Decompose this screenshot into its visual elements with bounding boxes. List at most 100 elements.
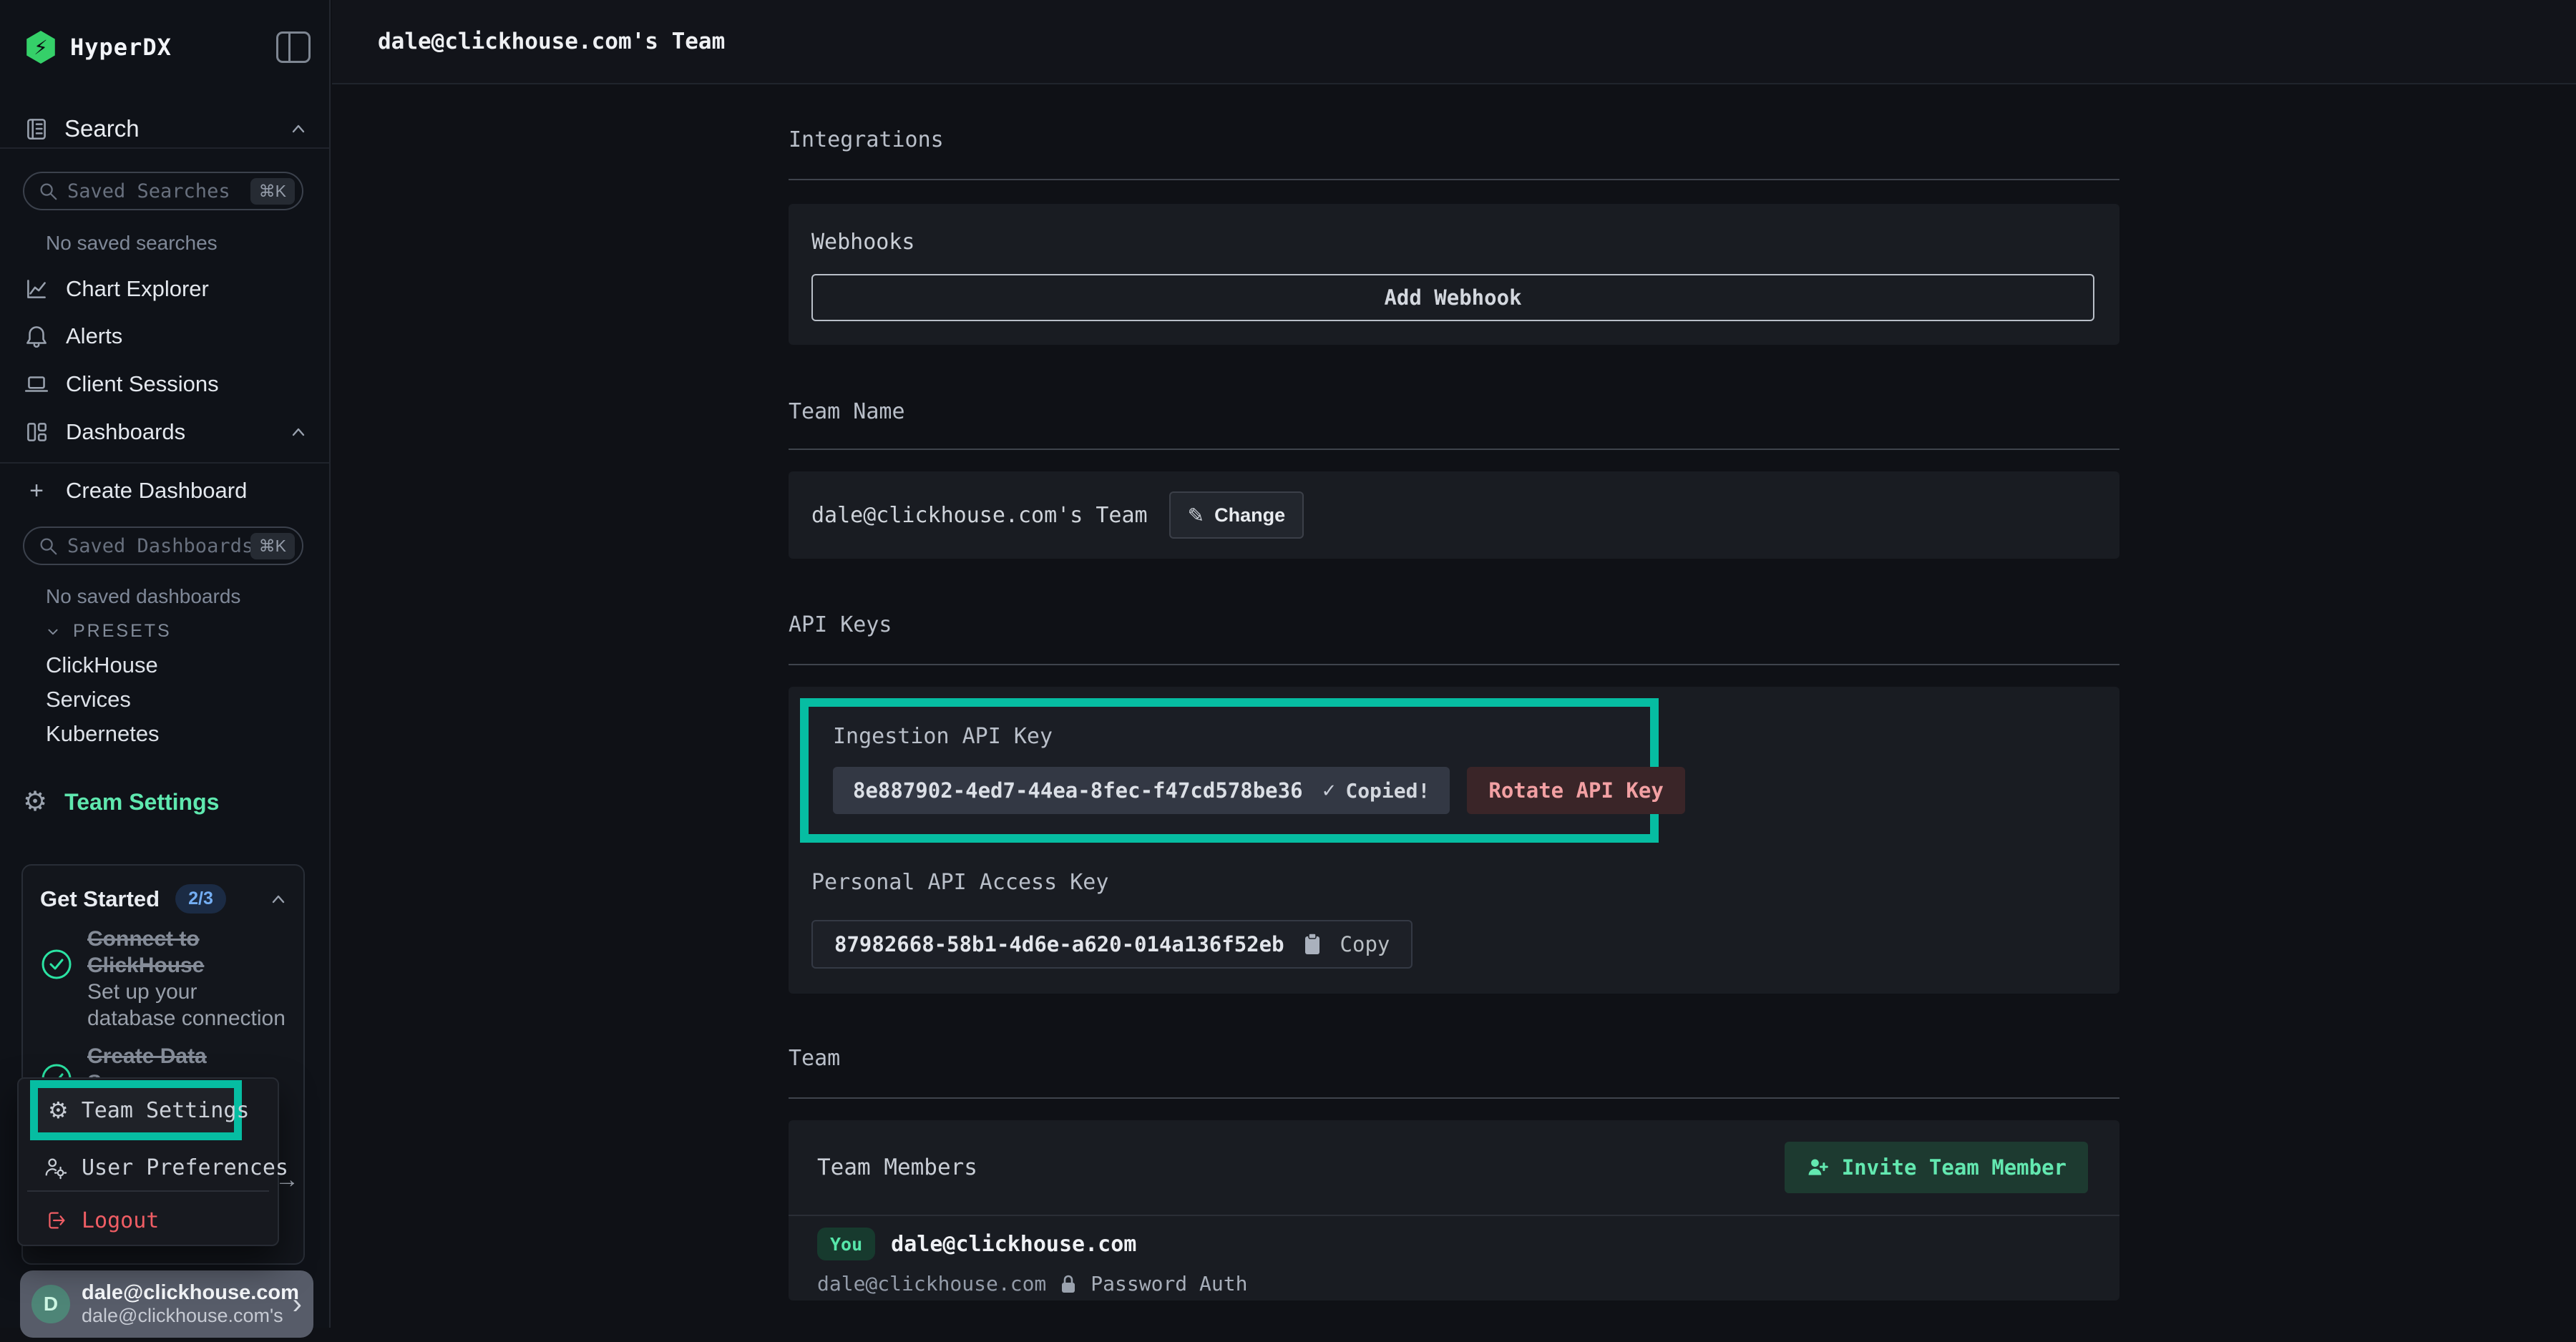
nav-label: Client Sessions: [66, 371, 219, 397]
create-dashboard-label: Create Dashboard: [66, 478, 247, 504]
member-email: dale@clickhouse.com: [817, 1272, 1046, 1296]
user-gear-icon: [43, 1155, 67, 1180]
copied-label: Copied!: [1345, 779, 1430, 803]
presets-label: PRESETS: [73, 621, 172, 642]
sidebar-item-team-settings[interactable]: ⚙ Team Settings: [23, 788, 219, 816]
no-saved-dashboards-text: No saved dashboards: [46, 585, 240, 608]
no-saved-searches-text: No saved searches: [46, 232, 218, 255]
task-title: Connect to ClickHouse: [87, 926, 288, 979]
page-header: dale@clickhouse.com's Team: [332, 0, 2576, 84]
presets-toggle[interactable]: PRESETS: [44, 621, 172, 642]
rotate-api-key-button[interactable]: Rotate API Key: [1467, 767, 1684, 814]
user-texts: dale@clickhouse.com dale@clickhouse.com'…: [82, 1281, 293, 1327]
main-area: dale@clickhouse.com's Team Integrations …: [332, 0, 2576, 1328]
bell-icon: [23, 323, 50, 350]
team-section-title: Team: [789, 1046, 840, 1071]
team-name-section-title: Team Name: [789, 399, 905, 424]
user-plus-icon: [1806, 1156, 1829, 1179]
menu-item-team-settings[interactable]: ⚙ Team Settings: [30, 1080, 242, 1140]
get-started-item-1[interactable]: Connect to ClickHouse Set up your databa…: [87, 926, 288, 1032]
pencil-icon: ✎: [1188, 504, 1204, 527]
get-started-header[interactable]: Get Started 2/3: [40, 884, 289, 914]
nav-label: Alerts: [66, 323, 122, 349]
sidebar-item-chart-explorer[interactable]: Chart Explorer: [23, 269, 309, 309]
user-team-name: dale@clickhouse.com's: [82, 1305, 293, 1327]
ingestion-key-highlight-box: Ingestion API Key 8e887902-4ed7-44ea-8fe…: [800, 698, 1659, 843]
menu-item-user-preferences[interactable]: User Preferences: [43, 1150, 288, 1185]
shortcut-badge: ⌘K: [250, 178, 295, 205]
sidebar-item-dashboards[interactable]: Dashboards: [23, 412, 309, 452]
user-name: dale@clickhouse.com: [82, 1281, 293, 1305]
saved-searches-input[interactable]: ⌘K: [23, 172, 303, 210]
nav-label: Dashboards: [66, 419, 185, 445]
member-meta-row: dale@clickhouse.com Password Auth: [817, 1272, 1247, 1296]
add-webhook-button[interactable]: Add Webhook: [811, 274, 2094, 321]
personal-key-value: 87982668-58b1-4d6e-a620-014a136f52eb: [834, 932, 1284, 956]
chevron-up-icon[interactable]: [288, 118, 309, 139]
preset-clickhouse[interactable]: ClickHouse: [46, 652, 158, 678]
brand-name: HyperDX: [70, 34, 172, 61]
api-keys-card: Ingestion API Key 8e887902-4ed7-44ea-8fe…: [789, 687, 2119, 994]
section-divider: [789, 664, 2119, 665]
api-keys-section-title: API Keys: [789, 612, 892, 637]
chevron-up-icon[interactable]: [268, 888, 289, 910]
saved-searches-field[interactable]: [67, 180, 250, 202]
webhooks-title: Webhooks: [811, 230, 915, 255]
sidebar-item-client-sessions[interactable]: Client Sessions: [23, 364, 309, 404]
nav-label: Chart Explorer: [66, 276, 209, 302]
search-icon: [37, 535, 59, 557]
section-divider: [789, 449, 2119, 450]
member-name: dale@clickhouse.com: [891, 1232, 1136, 1257]
menu-item-logout[interactable]: Logout: [43, 1202, 159, 1239]
gear-icon: ⚙: [23, 788, 47, 816]
webhooks-card: Webhooks Add Webhook: [789, 204, 2119, 345]
team-members-header: Team Members Invite Team Member: [817, 1120, 2088, 1215]
card-divider: [789, 1215, 2119, 1216]
ingestion-key-value: 8e887902-4ed7-44ea-8fec-f47cd578be36: [853, 778, 1303, 803]
hyperdx-logo-icon: ⚡: [24, 31, 57, 64]
menu-label: Team Settings: [82, 1098, 250, 1123]
team-members-title: Team Members: [817, 1155, 977, 1180]
lock-icon: [1059, 1273, 1078, 1295]
chevron-up-icon[interactable]: [288, 421, 309, 443]
personal-key-label: Personal API Access Key: [811, 870, 1108, 895]
sidebar: ⚡ HyperDX Search ⌘K No saved searches Ch…: [0, 0, 331, 1328]
chevron-right-icon: ›: [293, 1288, 302, 1321]
invite-team-member-button[interactable]: Invite Team Member: [1785, 1142, 2088, 1193]
menu-separator: [27, 1190, 269, 1192]
search-icon: [37, 180, 59, 202]
personal-key-chip[interactable]: 87982668-58b1-4d6e-a620-014a136f52eb Cop…: [811, 920, 1413, 969]
preset-kubernetes[interactable]: Kubernetes: [46, 721, 160, 747]
clipboard-icon: [1302, 932, 1323, 956]
page-title: dale@clickhouse.com's Team: [378, 29, 725, 54]
avatar: D: [31, 1285, 70, 1323]
logout-label: Logout: [82, 1208, 159, 1233]
team-name-value: dale@clickhouse.com's Team: [811, 503, 1148, 528]
change-team-name-button[interactable]: ✎ Change: [1169, 491, 1304, 539]
logout-icon: [43, 1208, 67, 1233]
ingestion-key-row: 8e887902-4ed7-44ea-8fec-f47cd578be36 ✓ C…: [833, 767, 1685, 814]
team-name-card: dale@clickhouse.com's Team ✎ Change: [789, 471, 2119, 559]
progress-badge: 2/3: [175, 884, 226, 914]
check-icon: ✓: [1322, 780, 1337, 802]
create-dashboard-button[interactable]: + Create Dashboard: [23, 471, 309, 511]
collapse-sidebar-icon[interactable]: [276, 31, 311, 63]
gear-icon: ⚙: [48, 1099, 69, 1122]
sidebar-section-search[interactable]: Search: [23, 113, 309, 145]
check-circle-icon: [41, 949, 72, 980]
saved-dashboards-field[interactable]: [67, 535, 250, 557]
reader-icon: [23, 115, 50, 142]
brand-row: ⚡ HyperDX: [24, 31, 311, 63]
preset-services[interactable]: Services: [46, 687, 131, 712]
ingestion-key-chip[interactable]: 8e887902-4ed7-44ea-8fec-f47cd578be36 ✓ C…: [833, 767, 1450, 814]
ingestion-key-label: Ingestion API Key: [833, 724, 1053, 749]
sidebar-item-alerts[interactable]: Alerts: [23, 316, 309, 356]
chevron-down-icon: [44, 623, 62, 640]
section-divider: [789, 179, 2119, 180]
laptop-icon: [23, 371, 50, 398]
team-name-row: dale@clickhouse.com's Team ✎ Change: [789, 471, 2119, 559]
shortcut-badge: ⌘K: [250, 533, 295, 559]
task-subtitle: Set up your database connection: [87, 979, 288, 1032]
saved-dashboards-input[interactable]: ⌘K: [23, 526, 303, 565]
team-settings-label: Team Settings: [64, 789, 219, 816]
